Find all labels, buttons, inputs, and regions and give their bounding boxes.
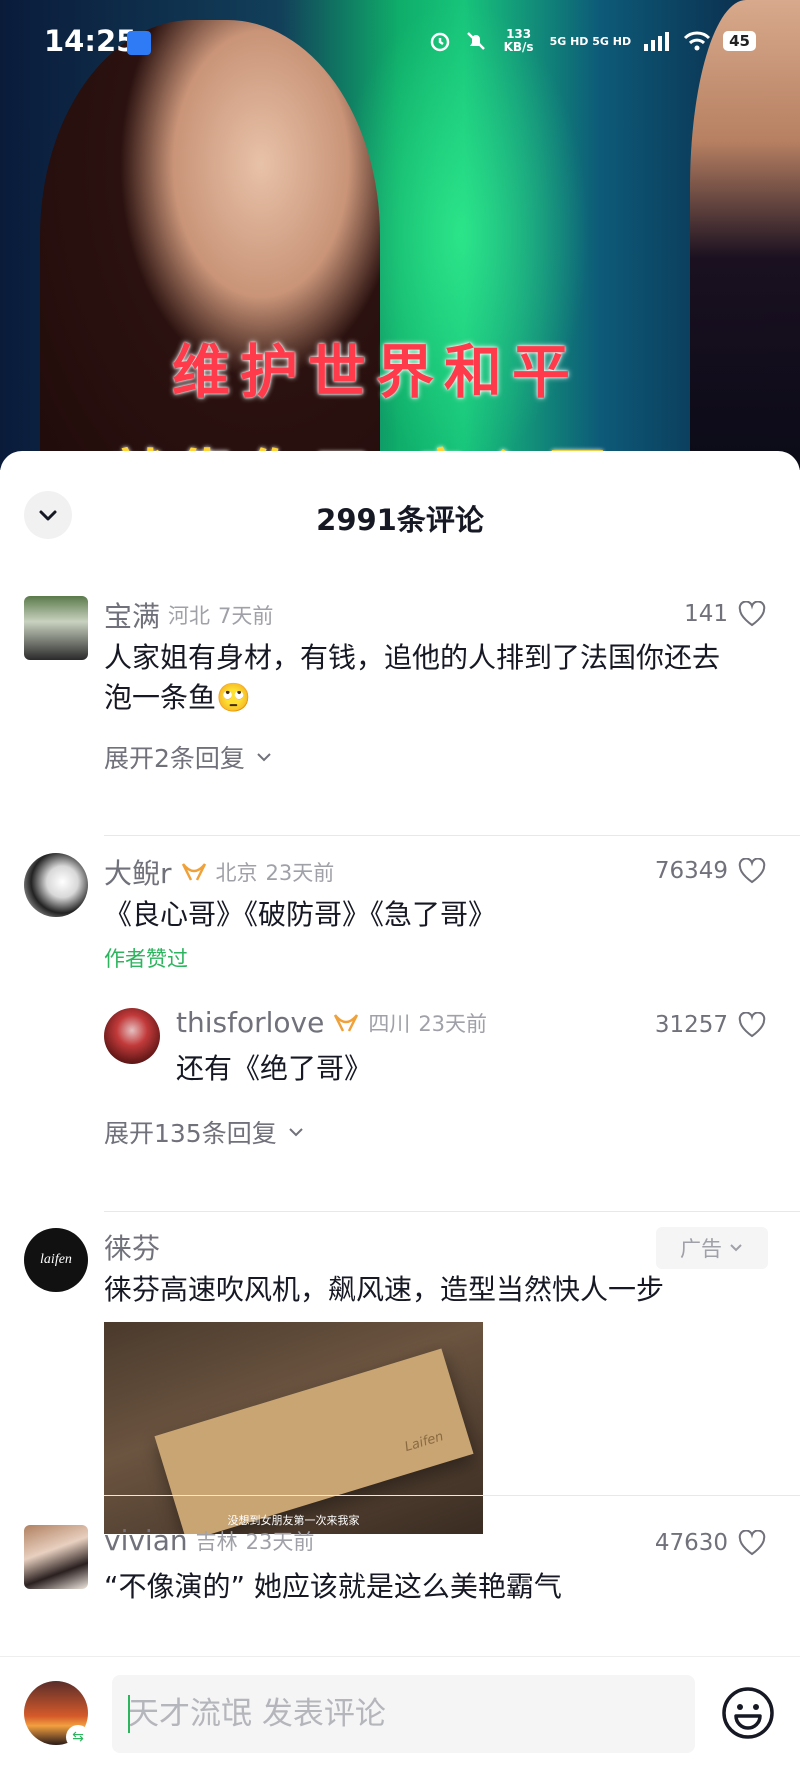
avatar[interactable] — [24, 596, 88, 660]
reply-like-count: 31257 — [654, 1012, 728, 1038]
comment-meta: vivian 吉林 23天前 — [104, 1524, 314, 1557]
signal-icon — [644, 32, 670, 51]
sheet-header: 2991条评论 — [0, 451, 800, 579]
comment-input[interactable] — [112, 1674, 695, 1754]
ad-username[interactable]: 徕芬 — [104, 1227, 160, 1267]
username[interactable]: 大鲵r — [104, 852, 172, 892]
like-count: 76349 — [654, 858, 728, 884]
reply-avatar[interactable] — [104, 1008, 160, 1064]
alarm-icon — [430, 32, 449, 52]
network-speed: 133 KB/s — [503, 27, 534, 54]
ad-image[interactable]: Laifen 没想到女朋友第一次来我家 — [104, 1322, 483, 1534]
ad-text[interactable]: 徕芬高速吹风机，飙风速，造型当然快人一步 — [104, 1270, 664, 1310]
verified-badge-icon — [334, 1013, 359, 1032]
switch-account-icon[interactable]: ⇆ — [66, 1725, 90, 1749]
location: 河北 — [168, 604, 211, 628]
expand-replies[interactable]: 展开135条回复 — [104, 1114, 305, 1150]
chevron-down-icon — [730, 1244, 742, 1252]
comment-text-line1: 人家姐有身材，有钱，追他的人排到了法国你还去 — [104, 641, 721, 674]
emoji-icon[interactable] — [720, 1685, 776, 1741]
expand-replies[interactable]: 展开2条回复 — [104, 739, 273, 775]
reply-like-button[interactable]: 31257 — [655, 1012, 766, 1038]
signal-label: 5G HD 5G HD — [549, 34, 632, 48]
ad-box-brand: Laifen — [403, 1429, 446, 1456]
reply-location: 四川 — [368, 1011, 411, 1036]
heart-icon — [738, 1530, 766, 1556]
comment-text-line2: 泡一条鱼🙄 — [104, 681, 251, 714]
video-caption-line1: 维护世界和平 — [172, 338, 581, 406]
username[interactable]: 宝满 — [104, 595, 160, 635]
divider — [104, 1495, 800, 1496]
ad-avatar[interactable]: laifen — [24, 1228, 88, 1292]
heart-icon — [738, 601, 766, 627]
location: 吉林 — [195, 1529, 238, 1554]
status-bar: 14:25 133 KB/s 5G HD 5G HD 45 — [0, 0, 800, 86]
chevron-down-icon — [289, 1128, 303, 1137]
like-button[interactable]: 76349 — [655, 858, 766, 884]
reply-username[interactable]: thisforlove — [176, 1006, 324, 1039]
expand-replies-label: 展开2条回复 — [104, 744, 245, 773]
comment-meta: 宝满 河北 7天前 — [104, 595, 273, 635]
ad-meta: 徕芬 — [104, 1227, 160, 1267]
chevron-down-icon — [257, 753, 271, 762]
ad-tag[interactable]: 广告 — [656, 1227, 768, 1269]
comment-field[interactable] — [112, 1674, 695, 1754]
comment-input-bar: ⇆ — [0, 1656, 800, 1770]
avatar[interactable] — [24, 853, 88, 917]
author-liked-tag: 作者赞过 — [104, 947, 188, 971]
ad-image-box: Laifen — [154, 1348, 474, 1534]
timestamp: 23天前 — [265, 861, 335, 885]
reply-timestamp: 23天前 — [418, 1011, 488, 1036]
like-button[interactable]: 141 — [684, 601, 766, 627]
status-icons: 133 KB/s 5G HD 5G HD 45 — [428, 28, 756, 54]
timestamp: 23天前 — [245, 1529, 315, 1554]
my-avatar[interactable]: ⇆ — [24, 1681, 90, 1749]
notification-app-icon — [127, 31, 151, 55]
verified-badge-icon — [181, 863, 206, 881]
mute-bell-icon — [466, 32, 485, 50]
comment-count-title: 2991条评论 — [316, 503, 484, 537]
comment-text[interactable]: 人家姐有身材，有钱，追他的人排到了法国你还去 泡一条鱼🙄 — [104, 638, 784, 718]
avatar[interactable] — [24, 1525, 88, 1589]
comment-item: 大鲵r 北京 23天前 76349 《良心哥》《破防哥》《急了哥》 作者赞过 t… — [0, 836, 800, 1212]
heart-icon — [738, 858, 766, 884]
comment-item: 宝满 河北 7天前 141 人家姐有身材，有钱，追他的人排到了法国你还去 泡一条… — [0, 579, 800, 849]
comment-item: vivian 吉林 23天前 47630 “不像演的” 她应该就是这么美艳霸气 — [0, 1508, 800, 1668]
location: 北京 — [215, 861, 258, 885]
reply-meta: thisforlove 四川 23天前 — [176, 1006, 487, 1039]
expand-replies-label: 展开135条回复 — [104, 1119, 277, 1148]
like-count: 141 — [684, 601, 728, 627]
timestamp: 7天前 — [218, 604, 274, 628]
heart-icon — [738, 1012, 766, 1038]
comment-text[interactable]: 《良心哥》《破防哥》《急了哥》 — [104, 895, 496, 935]
ad-comment-item: laifen 徕芬 广告 徕芬高速吹风机，飙风速，造型当然快人一步 Laifen… — [0, 1211, 800, 1534]
ad-avatar-logo: laifen — [40, 1252, 72, 1267]
like-count: 47630 — [654, 1530, 728, 1556]
wifi-icon — [684, 31, 711, 51]
text-cursor — [128, 1695, 130, 1733]
battery-level: 45 — [723, 31, 756, 51]
comment-text[interactable]: “不像演的” 她应该就是这么美艳霸气 — [104, 1567, 562, 1607]
like-button[interactable]: 47630 — [655, 1530, 766, 1556]
comment-sheet: 2991条评论 宝满 河北 7天前 141 人家姐有身材，有钱，追他的人排到了法… — [0, 451, 800, 1769]
comment-meta: 大鲵r 北京 23天前 — [104, 852, 334, 892]
reply-text[interactable]: 还有《绝了哥》 — [176, 1049, 372, 1089]
status-time: 14:25 — [44, 24, 137, 58]
ad-tag-label: 广告 — [680, 1237, 722, 1261]
username[interactable]: vivian — [104, 1524, 188, 1557]
